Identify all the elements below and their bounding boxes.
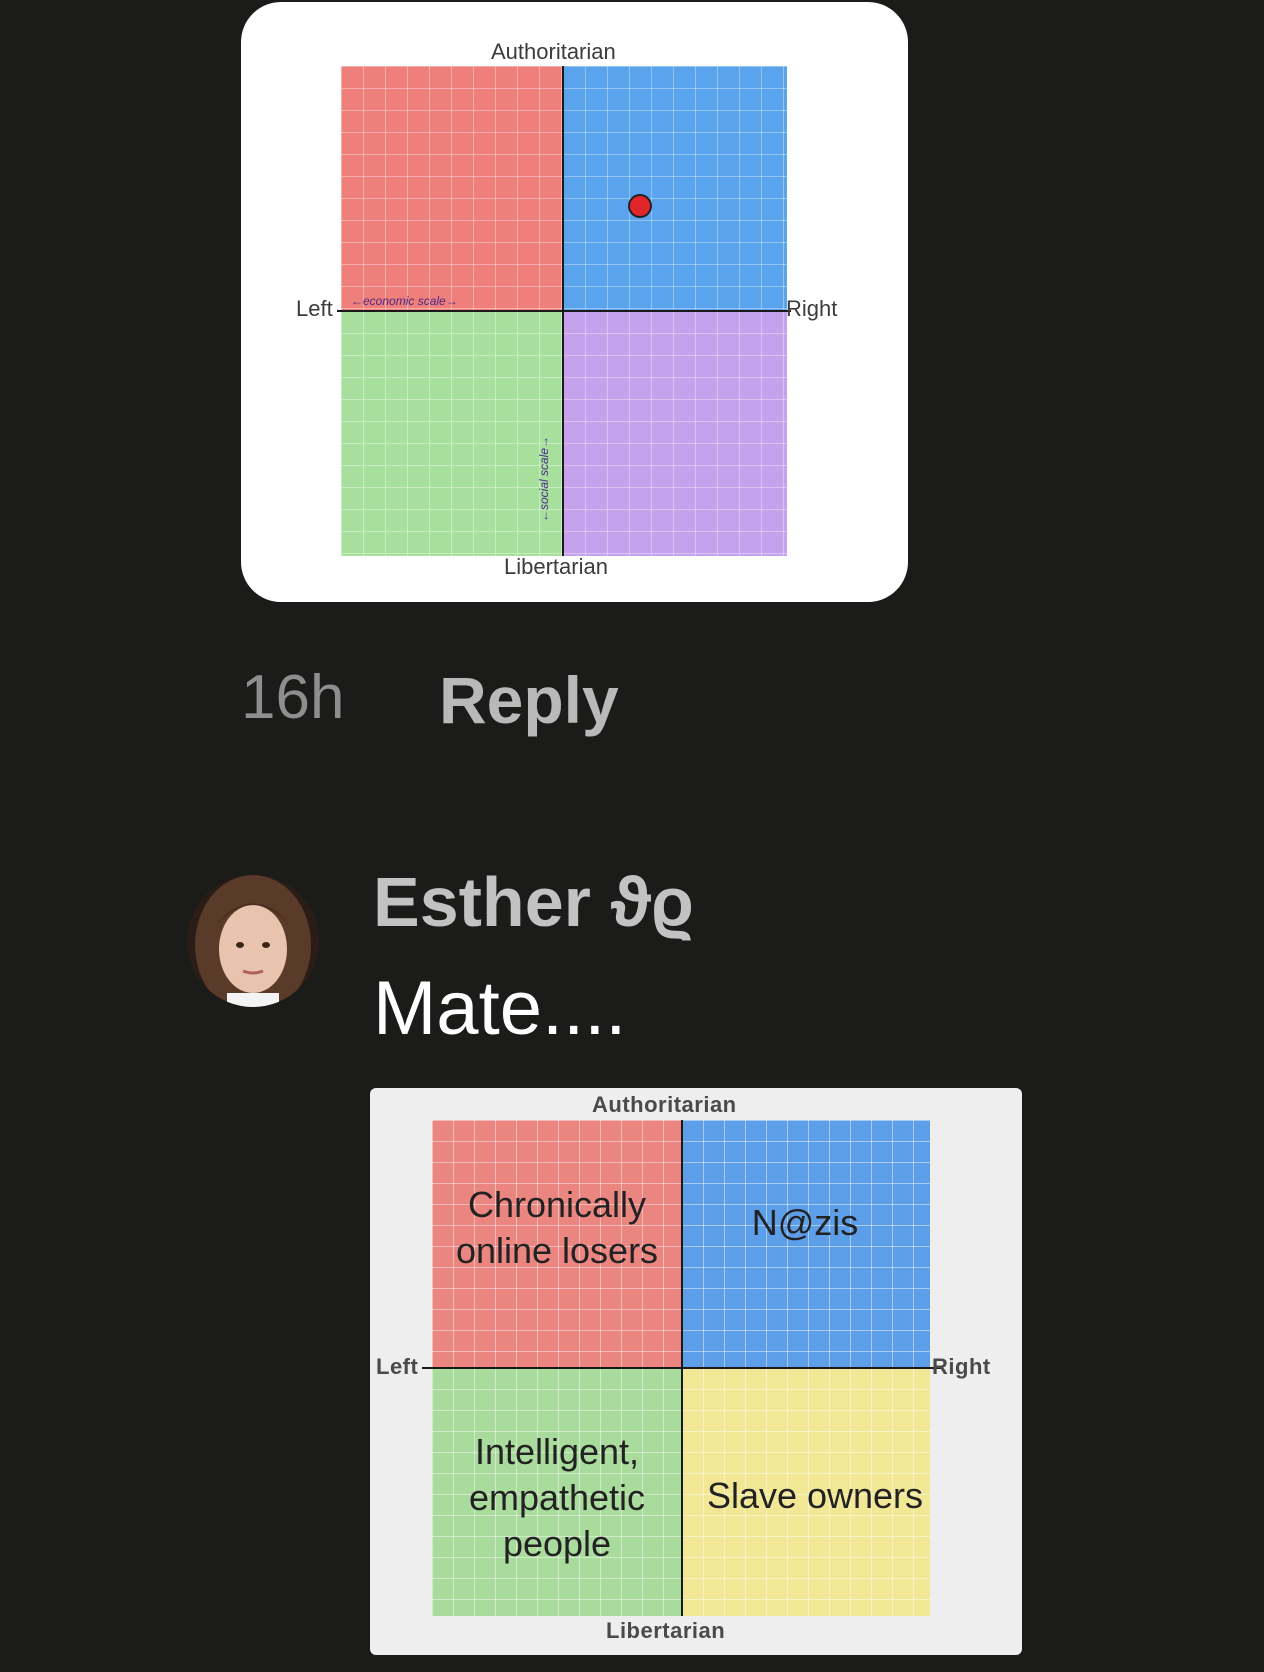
quadrant-label-auth-left: Chronically online losers xyxy=(455,1184,659,1271)
meme-compass-image-card[interactable]: Authoritarian Chronically online losers … xyxy=(370,1088,1022,1655)
avatar-photo-icon xyxy=(187,875,319,1007)
avatar[interactable] xyxy=(187,875,319,1007)
bottom-axis-label: Libertarian xyxy=(504,554,608,579)
left-axis-label: Left xyxy=(296,296,333,321)
top-axis-label-2: Authoritarian xyxy=(592,1092,737,1117)
quadrant-lib-right xyxy=(563,311,787,556)
quadrant-auth-left xyxy=(341,66,563,311)
comment-username[interactable]: Esther ϑϱ xyxy=(373,862,694,942)
compass-image-card[interactable]: Authoritarian ←economic scale→ ←social s… xyxy=(241,2,908,602)
reply-button[interactable]: Reply xyxy=(439,662,619,738)
timestamp: 16h xyxy=(241,663,345,732)
bottom-axis-label-2: Libertarian xyxy=(606,1618,726,1643)
horizontal-axis-line xyxy=(337,310,791,312)
top-axis-label: Authoritarian xyxy=(491,39,616,64)
quadrant-label-auth-right: N@zis xyxy=(751,1202,859,1243)
quadrant-auth-right xyxy=(563,66,787,311)
comment-text: Mate.... xyxy=(373,966,627,1051)
right-axis-label-2: Right xyxy=(932,1354,991,1379)
quadrant-lib-left xyxy=(341,311,563,556)
quadrant-label-lib-right: Slave owners xyxy=(706,1475,924,1516)
horizontal-axis-line-2 xyxy=(422,1367,942,1369)
right-axis-label: Right xyxy=(786,296,838,321)
social-scale-label: ←social scale→ xyxy=(537,435,552,523)
left-axis-label-2: Left xyxy=(376,1354,419,1379)
economic-scale-label: ←economic scale→ xyxy=(351,294,458,308)
quadrant-label-lib-left: Intelligent, empathetic people xyxy=(468,1431,646,1564)
position-dot xyxy=(627,193,652,218)
